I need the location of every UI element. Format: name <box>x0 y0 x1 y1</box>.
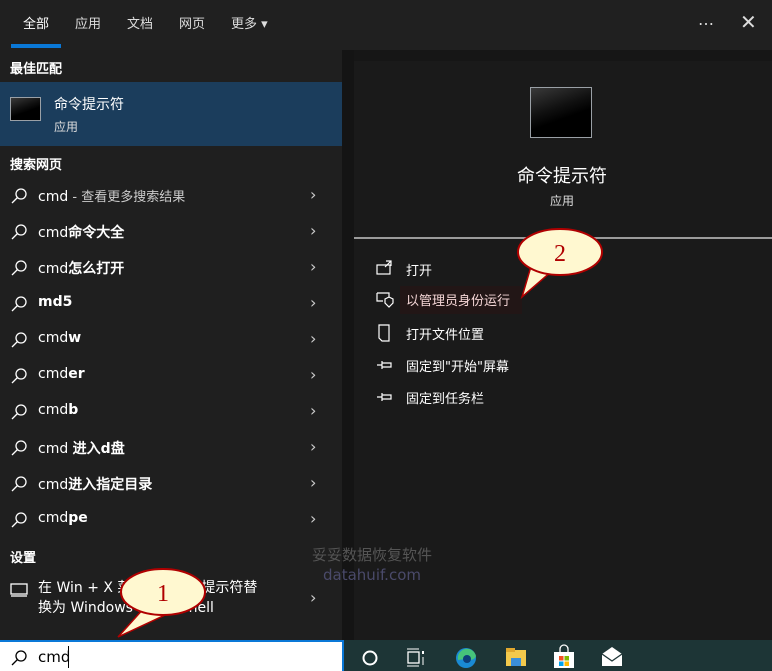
chevron-right-icon: › <box>310 588 317 607</box>
cortana-icon[interactable] <box>358 644 382 668</box>
best-match-name: 命令提示符 <box>54 97 124 113</box>
search-icon <box>11 296 27 312</box>
tab-all[interactable]: 全部 <box>23 13 49 32</box>
web-search-text: cmder <box>38 366 85 382</box>
web-search-item[interactable]: cmdpe › <box>0 502 342 538</box>
pin-icon <box>377 393 392 401</box>
best-match-item[interactable]: 命令提示符 应用 <box>0 82 342 146</box>
chevron-right-icon: › <box>310 293 317 312</box>
section-best-match: 最佳匹配 <box>10 62 63 77</box>
web-search-item[interactable]: cmder › <box>0 358 342 394</box>
admin-shield-icon <box>376 292 394 308</box>
web-search-text: cmd - 查看更多搜索结果 <box>38 189 186 205</box>
tab-web[interactable]: 网页 <box>179 13 205 32</box>
tab-apps[interactable]: 应用 <box>75 13 101 32</box>
action-pin-taskbar[interactable]: 固定到任务栏 <box>376 384 526 412</box>
web-search-text: cmdpe <box>38 510 88 526</box>
search-input[interactable]: cmd <box>0 640 342 671</box>
section-settings: 设置 <box>10 551 37 566</box>
chevron-right-icon: › <box>310 329 317 348</box>
top-bar: 全部 应用 文档 网页 更多 ▾ … ✕ <box>0 0 772 50</box>
display-icon <box>10 583 28 597</box>
web-search-item[interactable]: cmd进入指定目录 › <box>0 466 342 502</box>
web-search-text: cmd进入指定目录 <box>38 477 153 493</box>
detail-app-type: 应用 <box>549 194 574 208</box>
cmd-app-icon <box>10 97 41 121</box>
web-search-text: cmdw <box>38 330 82 346</box>
search-icon <box>11 332 27 348</box>
web-search-text: cmd命令大全 <box>38 225 125 241</box>
web-search-item[interactable]: cmd 进入d盘 › <box>0 430 342 466</box>
chevron-right-icon: › <box>310 509 317 528</box>
chevron-right-icon: › <box>310 437 317 456</box>
chevron-right-icon: › <box>310 473 317 492</box>
web-search-text: cmd怎么打开 <box>38 261 125 277</box>
svg-text:2: 2 <box>554 241 566 267</box>
more-options-icon[interactable]: … <box>698 10 715 29</box>
text-caret <box>68 646 69 668</box>
detail-app-title: 命令提示符 <box>517 166 607 187</box>
task-view-icon[interactable] <box>404 644 428 668</box>
search-icon <box>11 512 27 528</box>
tab-documents[interactable]: 文档 <box>127 13 153 32</box>
taskbar <box>342 640 772 671</box>
active-tab-indicator <box>11 44 61 48</box>
chevron-right-icon: › <box>310 221 317 240</box>
search-value: cmd <box>38 648 71 666</box>
web-search-text: cmd 进入d盘 <box>38 441 125 457</box>
search-icon <box>11 650 27 666</box>
pin-icon <box>377 361 392 369</box>
search-icon <box>11 476 27 492</box>
tab-more[interactable]: 更多 ▾ <box>231 13 268 32</box>
web-search-item[interactable]: md5 › <box>0 286 342 322</box>
cmd-large-icon <box>530 87 592 138</box>
web-search-item[interactable]: cmdb › <box>0 394 342 430</box>
action-open[interactable]: 打开 <box>376 256 526 284</box>
search-icon <box>11 188 27 204</box>
web-search-item[interactable]: cmdw › <box>0 322 342 358</box>
watermark: 妥妥数据恢复软件 datahuif.com <box>312 546 433 584</box>
open-icon <box>376 260 392 275</box>
action-run-as-admin-highlight[interactable]: 以管理员身份运行 <box>400 286 522 314</box>
search-icon <box>11 260 27 276</box>
action-pin-start[interactable]: 固定到"开始"屏幕 <box>376 352 526 380</box>
svg-text:1: 1 <box>157 581 169 607</box>
chevron-right-icon: › <box>310 257 317 276</box>
search-icon <box>11 368 27 384</box>
file-explorer-icon[interactable] <box>504 644 528 668</box>
edge-icon[interactable] <box>454 644 478 668</box>
file-location-icon <box>378 324 390 342</box>
web-search-item[interactable]: cmd - 查看更多搜索结果 › <box>0 178 342 214</box>
search-icon <box>11 404 27 420</box>
best-match-type: 应用 <box>54 120 79 134</box>
store-icon[interactable] <box>552 644 576 668</box>
search-icon <box>11 440 27 456</box>
section-web-search: 搜索网页 <box>10 158 63 173</box>
chevron-right-icon: › <box>310 185 317 204</box>
web-search-item[interactable]: cmd命令大全 › <box>0 214 342 250</box>
mail-icon[interactable] <box>600 644 624 668</box>
close-icon[interactable]: ✕ <box>740 10 757 34</box>
action-open-file-location[interactable]: 打开文件位置 <box>376 320 526 348</box>
web-search-text: cmdb <box>38 402 79 418</box>
callout-2: 2 <box>517 228 603 300</box>
web-search-item[interactable]: cmd怎么打开 › <box>0 250 342 286</box>
callout-1: 1 <box>117 568 206 638</box>
chevron-right-icon: › <box>310 365 317 384</box>
chevron-right-icon: › <box>310 401 317 420</box>
search-icon <box>11 224 27 240</box>
web-search-text: md5 <box>38 294 73 310</box>
